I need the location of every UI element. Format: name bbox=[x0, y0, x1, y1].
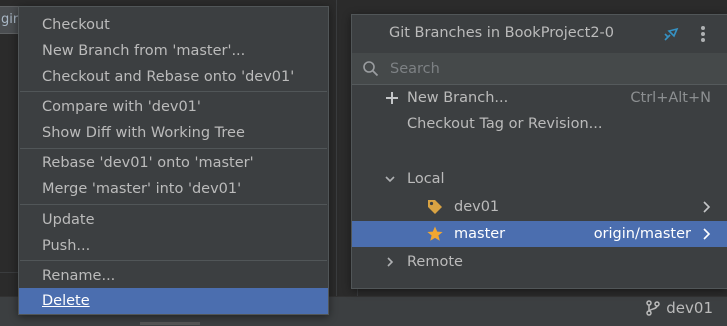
action-checkout-tag-label: Checkout Tag or Revision... bbox=[407, 116, 603, 132]
branch-indicator[interactable]: dev01 bbox=[646, 297, 713, 319]
menu-item-checkout-and-rebase[interactable]: Checkout and Rebase onto 'dev01' bbox=[19, 64, 328, 90]
group-local[interactable]: Local bbox=[352, 166, 727, 192]
branch-name: master bbox=[454, 226, 506, 242]
menu-separator bbox=[20, 204, 327, 205]
search-input[interactable] bbox=[388, 57, 712, 81]
branch-indicator-label: dev01 bbox=[666, 299, 713, 317]
pin-icon[interactable] bbox=[662, 25, 680, 43]
branch-search bbox=[352, 53, 727, 85]
chevron-down-icon bbox=[385, 176, 395, 183]
menu-item-compare-with[interactable]: Compare with 'dev01' bbox=[19, 94, 328, 120]
tracking-branch: origin/master bbox=[593, 226, 691, 242]
divider bbox=[0, 272, 18, 273]
group-remote[interactable]: Remote bbox=[352, 249, 727, 275]
chevron-right-icon bbox=[703, 201, 711, 213]
git-branches-popup: Git Branches in BookProject2-0 New Branc… bbox=[351, 14, 727, 289]
shortcut-label: Ctrl+Alt+N bbox=[630, 90, 711, 106]
menu-item-rebase[interactable]: Rebase 'dev01' onto 'master' bbox=[19, 150, 328, 176]
tag-icon bbox=[428, 200, 442, 214]
menu-item-rename[interactable]: Rename... bbox=[19, 263, 328, 289]
branch-item-dev01[interactable]: dev01 bbox=[352, 194, 727, 220]
popup-header: Git Branches in BookProject2-0 bbox=[352, 15, 727, 54]
menu-item-show-diff[interactable]: Show Diff with Working Tree bbox=[19, 120, 328, 146]
menu-item-delete[interactable]: Delete bbox=[19, 288, 328, 314]
divider bbox=[352, 145, 727, 146]
action-new-branch-label: New Branch... bbox=[407, 90, 509, 106]
menu-item-update[interactable]: Update bbox=[19, 207, 328, 233]
menu-item-delete-label: Delete bbox=[42, 293, 90, 309]
action-new-branch[interactable]: New Branch... Ctrl+Alt+N bbox=[352, 85, 727, 111]
plus-icon bbox=[386, 92, 398, 104]
search-icon bbox=[363, 61, 379, 77]
menu-item-merge[interactable]: Merge 'master' into 'dev01' bbox=[19, 176, 328, 202]
chevron-right-icon bbox=[387, 257, 394, 267]
group-remote-label: Remote bbox=[407, 254, 463, 270]
chevron-right-icon bbox=[703, 228, 711, 240]
menu-item-checkout[interactable]: Checkout bbox=[19, 12, 328, 38]
branch-item-master[interactable]: master origin/master bbox=[352, 221, 727, 247]
menu-item-new-branch-from[interactable]: New Branch from 'master'... bbox=[19, 38, 328, 64]
branch-icon bbox=[646, 300, 661, 316]
action-checkout-tag[interactable]: Checkout Tag or Revision... bbox=[352, 111, 727, 137]
menu-item-push[interactable]: Push... bbox=[19, 233, 328, 259]
branch-name: dev01 bbox=[454, 199, 500, 215]
more-options-icon[interactable] bbox=[700, 24, 706, 44]
group-local-label: Local bbox=[407, 171, 445, 187]
star-icon bbox=[427, 226, 443, 241]
popup-title: Git Branches in BookProject2-0 bbox=[389, 25, 614, 41]
divider bbox=[336, 0, 337, 296]
menu-separator bbox=[20, 260, 327, 261]
menu-separator bbox=[20, 148, 327, 149]
branch-context-menu: Checkout New Branch from 'master'... Che… bbox=[18, 6, 329, 315]
menu-separator bbox=[20, 91, 327, 92]
